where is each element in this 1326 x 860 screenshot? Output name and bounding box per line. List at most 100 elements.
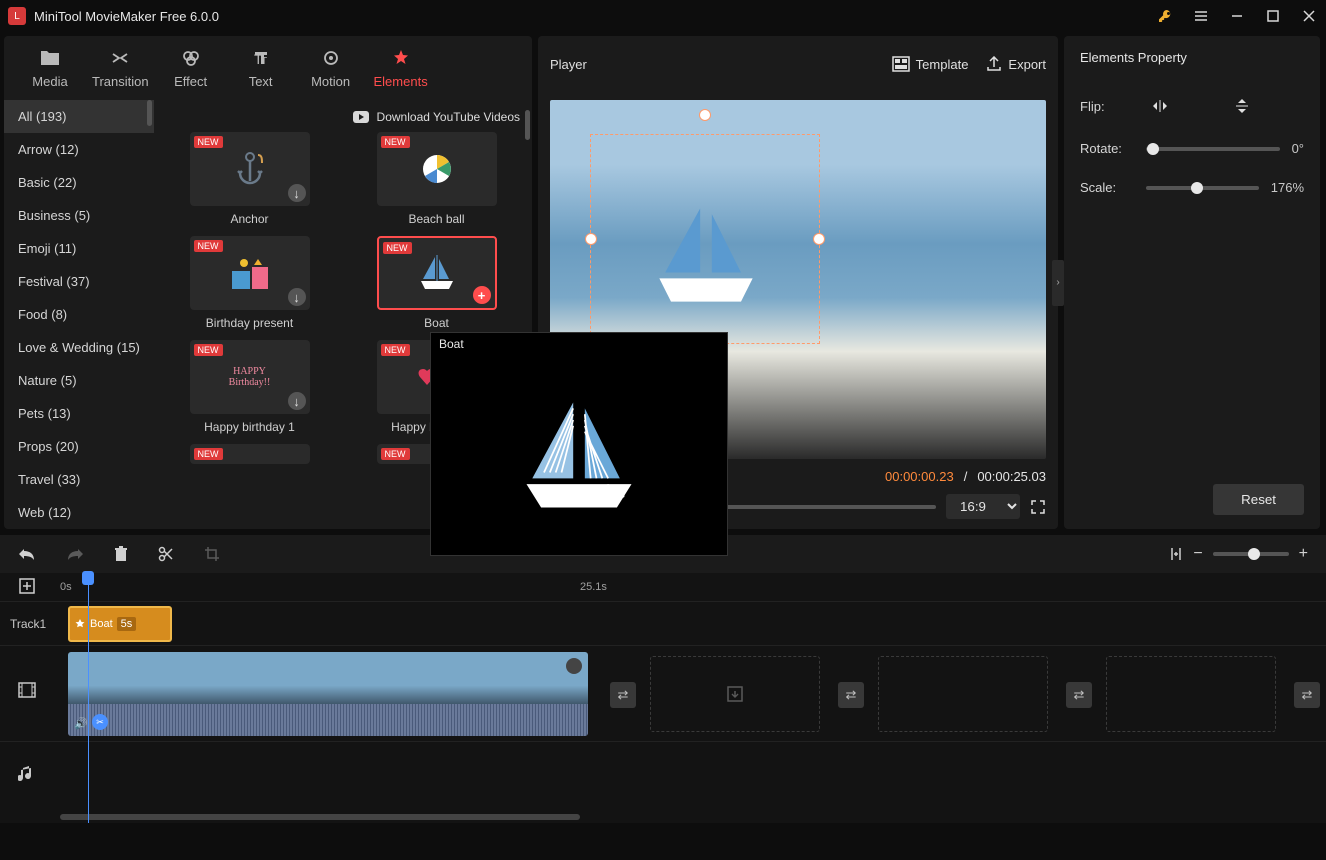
category-emoji[interactable]: Emoji (11) bbox=[4, 232, 154, 265]
element-boat[interactable]: NEW + Boat bbox=[353, 236, 520, 330]
category-all[interactable]: All (193) bbox=[4, 100, 154, 133]
transition-slot[interactable]: ⇄ bbox=[838, 682, 864, 708]
element-hb1[interactable]: NEW HAPPYBirthday!! ↓ Happy birthday 1 bbox=[166, 340, 333, 434]
speaker-icon[interactable]: 🔊 bbox=[74, 717, 88, 730]
download-icon[interactable]: ↓ bbox=[288, 392, 306, 410]
reset-button[interactable]: Reset bbox=[1213, 484, 1304, 515]
category-festival[interactable]: Festival (37) bbox=[4, 265, 154, 298]
properties-panel: Elements Property Flip: Rotate: 0° Scale… bbox=[1064, 36, 1320, 529]
download-youtube-link[interactable]: Download YouTube Videos bbox=[166, 110, 520, 132]
clip-placeholder[interactable] bbox=[650, 656, 820, 732]
expand-handle[interactable]: › bbox=[1052, 260, 1064, 306]
new-badge: NEW bbox=[381, 448, 410, 460]
scale-slider[interactable] bbox=[1146, 186, 1259, 190]
crop-icon[interactable] bbox=[204, 546, 220, 562]
clip-badge-icon bbox=[566, 658, 582, 674]
boat-overlay bbox=[636, 185, 776, 325]
transition-slot[interactable]: ⇄ bbox=[610, 682, 636, 708]
download-icon[interactable]: ↓ bbox=[288, 184, 306, 202]
redo-icon[interactable] bbox=[66, 547, 84, 561]
element-beachball[interactable]: NEW Beach ball bbox=[353, 132, 520, 226]
playhead[interactable] bbox=[88, 573, 89, 823]
beachball-icon bbox=[419, 151, 455, 187]
selection-box[interactable] bbox=[590, 134, 820, 344]
element-row4a[interactable]: NEW bbox=[166, 444, 333, 464]
fit-icon[interactable] bbox=[1169, 546, 1183, 562]
template-button[interactable]: Template bbox=[892, 56, 969, 72]
split-marker-icon[interactable]: ✂ bbox=[92, 714, 108, 730]
delete-icon[interactable] bbox=[114, 546, 128, 562]
export-button[interactable]: Export bbox=[986, 56, 1046, 72]
element-anchor[interactable]: NEW ↓ Anchor bbox=[166, 132, 333, 226]
flip-vertical-icon[interactable] bbox=[1228, 95, 1256, 117]
resize-handle[interactable] bbox=[813, 233, 825, 245]
timeline-ruler[interactable]: 0s 25.1s bbox=[0, 573, 1326, 601]
tab-motion[interactable]: Motion bbox=[303, 48, 359, 89]
video-track[interactable]: 🔊 ✂ ⇄ ⇄ ⇄ ⇄ bbox=[0, 645, 1326, 741]
rotate-slider[interactable] bbox=[1146, 147, 1280, 151]
element-tooltip: Boat bbox=[430, 332, 728, 556]
category-food[interactable]: Food (8) bbox=[4, 298, 154, 331]
present-icon bbox=[226, 253, 274, 293]
element-birthday-present[interactable]: NEW ↓ Birthday present bbox=[166, 236, 333, 330]
audio-waveform bbox=[68, 704, 588, 736]
new-badge: NEW bbox=[194, 448, 223, 460]
zoom-out-icon[interactable]: − bbox=[1193, 545, 1202, 563]
category-scrollbar[interactable] bbox=[147, 100, 152, 126]
menu-icon[interactable] bbox=[1192, 7, 1210, 25]
transition-slot[interactable]: ⇄ bbox=[1066, 682, 1092, 708]
new-badge: NEW bbox=[194, 136, 223, 148]
tab-elements[interactable]: Elements bbox=[373, 48, 429, 89]
boat-icon bbox=[413, 251, 461, 295]
boat-clip[interactable]: Boat 5s bbox=[68, 606, 172, 642]
main-tabs: Media Transition Effect TTText Motion El… bbox=[4, 36, 532, 100]
aspect-select[interactable]: 16:9 bbox=[946, 494, 1020, 519]
new-badge: NEW bbox=[383, 242, 412, 254]
timeline-hscrollbar[interactable] bbox=[0, 811, 1326, 823]
download-icon[interactable]: ↓ bbox=[288, 288, 306, 306]
close-icon[interactable] bbox=[1300, 7, 1318, 25]
clip-placeholder[interactable] bbox=[1106, 656, 1276, 732]
element-track[interactable]: Track1 Boat 5s bbox=[0, 601, 1326, 645]
split-icon[interactable] bbox=[158, 546, 174, 562]
category-love[interactable]: Love & Wedding (15) bbox=[4, 331, 154, 364]
category-props[interactable]: Props (20) bbox=[4, 430, 154, 463]
category-list[interactable]: All (193) Arrow (12) Basic (22) Business… bbox=[4, 100, 154, 529]
library-scrollbar[interactable] bbox=[525, 110, 530, 140]
clip-placeholder[interactable] bbox=[878, 656, 1048, 732]
music-track-icon bbox=[18, 766, 34, 784]
clip-duration: 5s bbox=[117, 617, 137, 631]
resize-handle[interactable] bbox=[585, 233, 597, 245]
video-clip[interactable]: 🔊 bbox=[68, 652, 588, 736]
fullscreen-icon[interactable] bbox=[1030, 499, 1046, 515]
category-business[interactable]: Business (5) bbox=[4, 199, 154, 232]
rotate-label: Rotate: bbox=[1080, 141, 1134, 156]
category-pets[interactable]: Pets (13) bbox=[4, 397, 154, 430]
zoom-slider[interactable] bbox=[1213, 552, 1289, 556]
category-arrow[interactable]: Arrow (12) bbox=[4, 133, 154, 166]
tab-media[interactable]: Media bbox=[22, 48, 78, 89]
minimize-icon[interactable] bbox=[1228, 7, 1246, 25]
tab-transition[interactable]: Transition bbox=[92, 48, 149, 89]
key-icon[interactable] bbox=[1156, 7, 1174, 25]
audio-track[interactable] bbox=[0, 741, 1326, 811]
category-travel[interactable]: Travel (33) bbox=[4, 463, 154, 496]
add-track-icon[interactable] bbox=[18, 577, 36, 595]
total-time: 00:00:25.03 bbox=[977, 469, 1046, 484]
ruler-mark: 25.1s bbox=[580, 581, 607, 593]
category-web[interactable]: Web (12) bbox=[4, 496, 154, 529]
titlebar: L MiniTool MovieMaker Free 6.0.0 bbox=[0, 0, 1326, 32]
rotate-handle[interactable] bbox=[699, 109, 711, 121]
transition-slot[interactable]: ⇄ bbox=[1294, 682, 1320, 708]
tab-effect[interactable]: Effect bbox=[163, 48, 219, 89]
flip-horizontal-icon[interactable] bbox=[1146, 95, 1174, 117]
maximize-icon[interactable] bbox=[1264, 7, 1282, 25]
tab-text[interactable]: TTText bbox=[233, 48, 289, 89]
timeline-body[interactable]: 0s 25.1s Track1 Boat 5s 🔊 ✂ ⇄ ⇄ ⇄ bbox=[0, 573, 1326, 823]
category-nature[interactable]: Nature (5) bbox=[4, 364, 154, 397]
zoom-in-icon[interactable]: + bbox=[1299, 545, 1308, 563]
add-icon[interactable]: + bbox=[473, 286, 491, 304]
undo-icon[interactable] bbox=[18, 547, 36, 561]
category-basic[interactable]: Basic (22) bbox=[4, 166, 154, 199]
tooltip-label: Boat bbox=[431, 333, 727, 355]
